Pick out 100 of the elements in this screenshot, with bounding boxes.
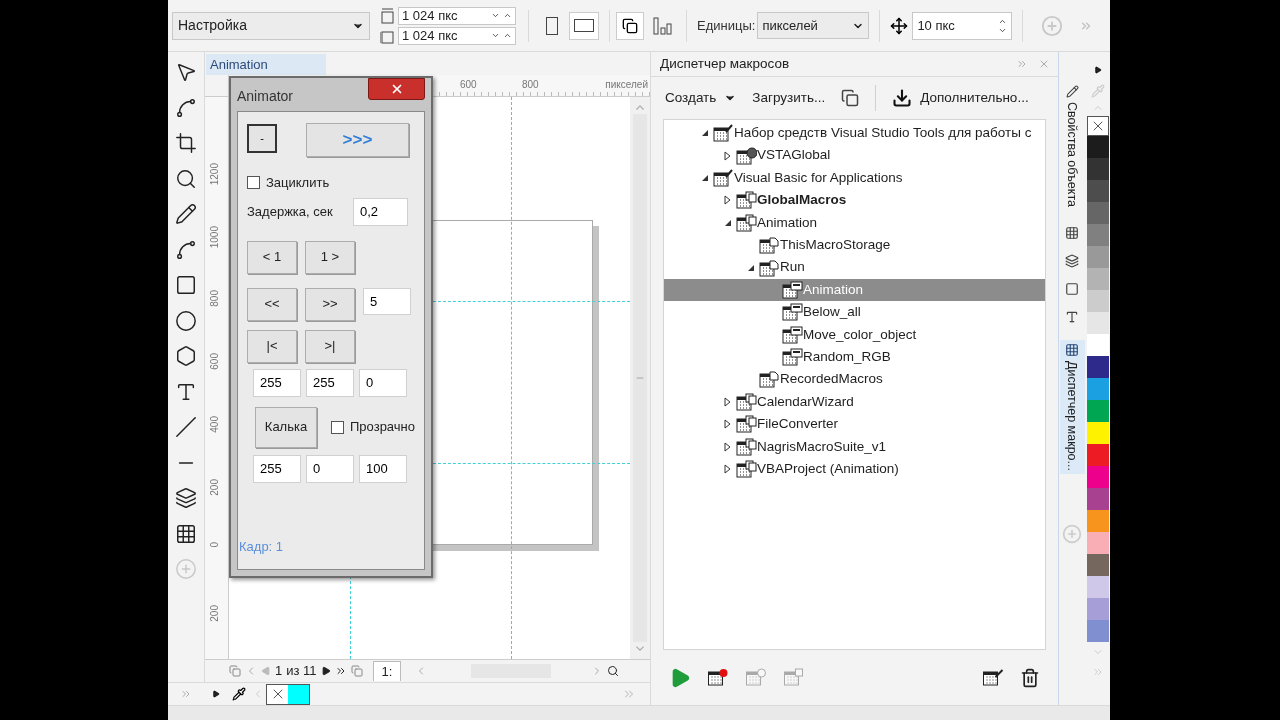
color-swatch[interactable] (1086, 224, 1109, 246)
color-swatch[interactable] (1086, 532, 1109, 554)
shadow-tool-icon[interactable] (175, 487, 197, 509)
end-button[interactable]: >| (305, 329, 355, 363)
rectangle-tool-icon[interactable] (175, 274, 197, 296)
expanded-arrow-icon[interactable] (701, 173, 709, 182)
color-value-field[interactable]: 0 (359, 368, 407, 397)
side-tab[interactable]: Диспетчер макро... (1059, 339, 1085, 474)
expand-icon[interactable] (212, 690, 220, 698)
no-color-swatch[interactable] (267, 684, 288, 704)
color-swatch[interactable] (1086, 488, 1109, 510)
spin-down-icon[interactable] (491, 31, 500, 40)
collapsed-arrow-icon[interactable] (724, 441, 731, 452)
shape-tool-icon[interactable] (175, 96, 197, 119)
checkbox[interactable] (247, 176, 260, 190)
delay-field[interactable]: 0,2 (353, 197, 408, 226)
color-swatch[interactable] (288, 684, 309, 704)
small-button[interactable]: - (247, 124, 277, 153)
jump-field[interactable]: 5 (363, 287, 411, 315)
collapsed-arrow-icon[interactable] (724, 150, 731, 161)
delete-icon[interactable] (1020, 667, 1040, 688)
ellipse-tool-icon[interactable] (175, 309, 197, 332)
color-swatch[interactable] (1086, 246, 1109, 268)
spin-up-icon[interactable] (503, 11, 512, 20)
color-value-field[interactable]: 255 (253, 368, 301, 397)
color-swatch[interactable] (1086, 180, 1109, 202)
tree-item[interactable]: FileConverter (664, 413, 1045, 436)
record-icon[interactable] (707, 667, 729, 688)
zoom-icon[interactable] (607, 665, 620, 677)
color-swatch[interactable] (1086, 444, 1109, 466)
tree-item[interactable]: CalendarWizard (664, 390, 1045, 414)
page-layout-button[interactable] (616, 11, 644, 40)
palette-menu-icon[interactable] (1093, 66, 1102, 74)
color-swatch[interactable] (1086, 620, 1109, 642)
tree-item[interactable]: RecordedMacros (664, 368, 1045, 391)
align-icon[interactable] (1065, 253, 1079, 268)
tree-item[interactable]: VBAProject (Animation) (664, 457, 1045, 481)
color-swatch[interactable] (1086, 312, 1109, 334)
page-size-icon[interactable] (652, 16, 674, 35)
tree-item[interactable]: Run (664, 256, 1045, 279)
end-button[interactable]: |< (247, 329, 297, 363)
color-swatch[interactable] (1086, 356, 1109, 378)
preset-dropdown[interactable]: Настройка (172, 11, 370, 40)
color-swatch[interactable] (1086, 290, 1109, 312)
checkbox[interactable] (331, 420, 344, 434)
create-menu-button[interactable]: Создать (665, 87, 737, 109)
color-swatch[interactable] (1086, 598, 1109, 620)
color-swatch[interactable] (1086, 400, 1109, 422)
eyedropper-icon[interactable] (232, 687, 246, 701)
line-tool-icon[interactable] (175, 416, 197, 438)
close-button[interactable] (368, 78, 425, 100)
color-value-field[interactable]: 100 (359, 454, 407, 483)
next-page-icon[interactable] (320, 666, 331, 676)
color-swatch[interactable] (1086, 510, 1109, 532)
crop-tool-icon[interactable] (175, 132, 197, 154)
tree-item[interactable]: Animation (664, 211, 1045, 234)
color-value-field[interactable]: 255 (306, 368, 354, 397)
color-swatch[interactable] (1086, 378, 1109, 400)
no-color-swatch[interactable] (1086, 116, 1109, 136)
jump-button[interactable]: >> (305, 287, 355, 321)
trace-button[interactable]: Калька (255, 406, 317, 448)
landscape-button[interactable] (569, 11, 599, 40)
expanded-arrow-icon[interactable] (724, 218, 732, 227)
tree-item[interactable]: VSTAGlobal (664, 144, 1045, 167)
collapsed-arrow-icon[interactable] (724, 419, 731, 430)
step-button[interactable]: < 1 (247, 240, 297, 274)
transparency-tool-icon[interactable] (175, 522, 197, 545)
color-swatch[interactable] (1086, 268, 1109, 290)
color-swatch[interactable] (1086, 136, 1109, 158)
color-swatch[interactable] (1086, 554, 1109, 576)
more-options-button[interactable]: Дополнительно... (892, 87, 1029, 109)
side-tab[interactable]: Свойства объекта (1059, 82, 1085, 210)
text-properties-icon[interactable] (1065, 309, 1079, 324)
zoom-tool-icon[interactable] (175, 167, 197, 190)
tree-item[interactable]: NagrisMacroSuite_v1 (664, 435, 1045, 458)
collapsed-arrow-icon[interactable] (724, 464, 731, 475)
spin-up-icon[interactable] (503, 31, 512, 40)
load-button[interactable]: Загрузить... (752, 87, 826, 109)
document-tab[interactable]: Animation (206, 54, 326, 75)
tree-item[interactable]: GlobalMacros (664, 189, 1045, 212)
transform-icon[interactable] (1065, 225, 1079, 240)
pointer-tool-icon[interactable] (175, 61, 197, 83)
color-value-field[interactable]: 0 (306, 454, 354, 483)
tree-item[interactable]: Набор средств Visual Studio Tools для работы с (664, 122, 1045, 145)
expanded-arrow-icon[interactable] (747, 263, 755, 272)
tree-item[interactable]: Visual Basic for Applications (664, 166, 1045, 190)
spin-down-icon[interactable] (491, 11, 500, 20)
freehand-tool-icon[interactable] (175, 203, 197, 225)
color-swatch[interactable] (1086, 334, 1109, 356)
jump-button[interactable]: << (247, 287, 297, 321)
shape-icon[interactable] (1065, 281, 1079, 296)
color-swatch[interactable] (1086, 466, 1109, 488)
tree-item[interactable]: Below_all (664, 301, 1045, 324)
size-field[interactable]: 1 024 пкс (398, 6, 516, 25)
units-dropdown[interactable]: пикселей (757, 12, 870, 39)
curve-tool-icon[interactable] (175, 238, 197, 261)
tree-item[interactable]: Move_color_object (664, 323, 1045, 346)
tree-item[interactable]: ThisMacroStorage (664, 233, 1045, 257)
tree-item[interactable]: Random_RGB (664, 345, 1045, 369)
edit-icon[interactable] (982, 667, 1004, 688)
